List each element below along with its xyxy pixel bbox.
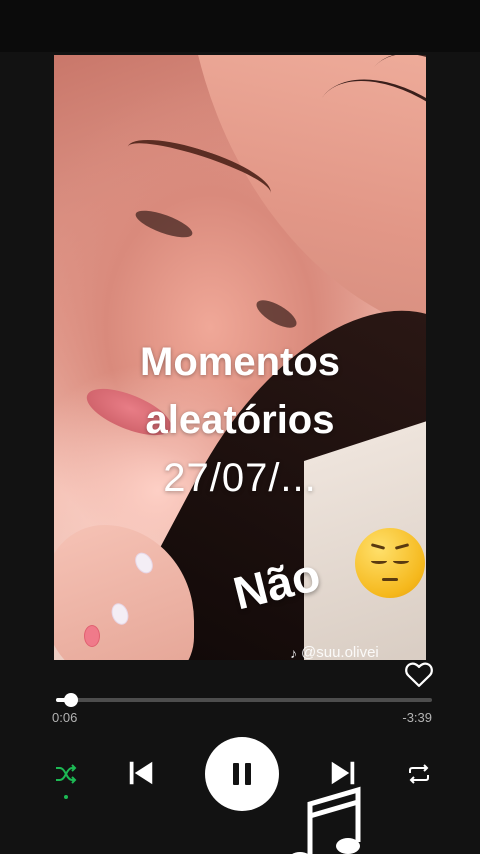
shuffle-button[interactable] [52,760,80,788]
eye-shape [132,205,196,243]
cover-title-line1: Momentos [140,340,340,384]
emoji-eye [371,558,387,564]
watermark-handle: @suu.olivei [301,644,379,661]
fingernail-shape [84,625,100,647]
pause-icon [233,763,251,785]
emoji-eye [393,558,409,564]
pensive-face-icon [355,528,425,598]
emoji-mouth [382,578,398,581]
music-note-icon [292,786,361,854]
watermark: ♪ @suu.olivei [290,644,379,661]
now-playing-screen: Momentos aleatórios 27/07/... Não ♪ @suu… [0,0,480,854]
play-pause-button[interactable] [205,737,279,811]
elapsed-time: 0:06 [52,710,78,725]
tiktok-icon: ♪ [290,644,297,661]
remaining-time: -3:39 [402,710,432,725]
repeat-icon [409,764,429,784]
like-button[interactable] [404,660,434,688]
cover-title-line2: aleatórios [145,398,335,442]
previous-button[interactable] [124,756,158,790]
repeat-button[interactable] [404,760,434,788]
progress-thumb[interactable] [64,693,79,707]
shuffle-icon [56,764,77,784]
emoji-brow [394,543,410,550]
progress-bar[interactable] [56,693,432,707]
eye-shape [252,294,301,334]
cover-date: 27/07/... [163,456,317,500]
heart-icon [405,662,433,687]
top-bar [0,0,480,52]
emoji-brow [370,543,386,550]
shuffle-active-indicator [64,795,68,799]
skip-previous-icon [129,761,153,785]
